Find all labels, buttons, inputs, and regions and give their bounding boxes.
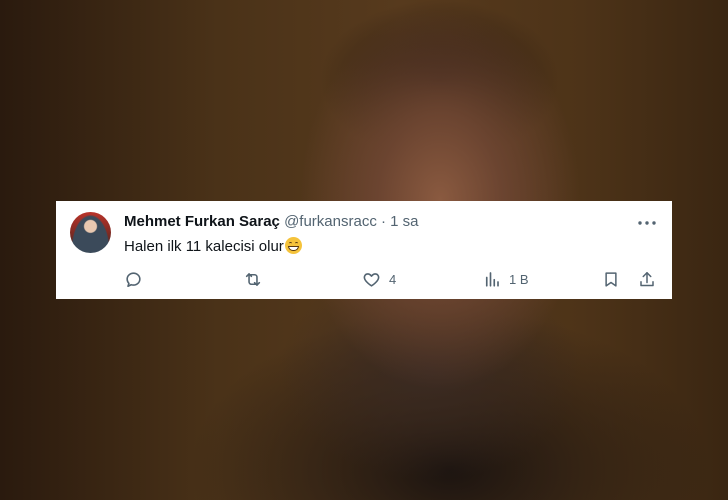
tweet-text-line: Halen ilk 11 kalecisi olur bbox=[124, 237, 302, 255]
views-count: 1 B bbox=[509, 271, 529, 287]
bookmark-button[interactable] bbox=[602, 269, 620, 289]
tweet-header: Mehmet Furkan Saraç @furkansracc · 1 sa bbox=[124, 213, 419, 230]
tweet-text: Halen ilk 11 kalecisi olur bbox=[124, 238, 284, 255]
like-count: 4 bbox=[389, 271, 397, 287]
separator-dot: · bbox=[381, 213, 386, 230]
bookmark-icon bbox=[602, 270, 620, 289]
heart-icon bbox=[362, 270, 381, 289]
reply-button[interactable] bbox=[124, 269, 143, 289]
analytics-icon bbox=[483, 270, 501, 288]
like-button[interactable]: 4 bbox=[362, 269, 396, 289]
retweet-icon bbox=[243, 270, 263, 289]
views-button[interactable]: 1 B bbox=[483, 269, 529, 289]
reply-icon bbox=[124, 270, 143, 289]
share-icon bbox=[638, 270, 656, 289]
more-icon[interactable] bbox=[636, 213, 658, 233]
author-name[interactable]: Mehmet Furkan Saraç bbox=[124, 213, 280, 230]
grinning-emoji-icon bbox=[284, 237, 302, 254]
retweet-button[interactable] bbox=[243, 269, 263, 289]
author-handle[interactable]: @furkansracc bbox=[284, 213, 377, 230]
avatar[interactable] bbox=[70, 212, 111, 253]
tweet-card[interactable]: Mehmet Furkan Saraç @furkansracc · 1 sa … bbox=[56, 201, 672, 299]
share-button[interactable] bbox=[638, 269, 656, 289]
tweet-time[interactable]: 1 sa bbox=[390, 213, 418, 230]
